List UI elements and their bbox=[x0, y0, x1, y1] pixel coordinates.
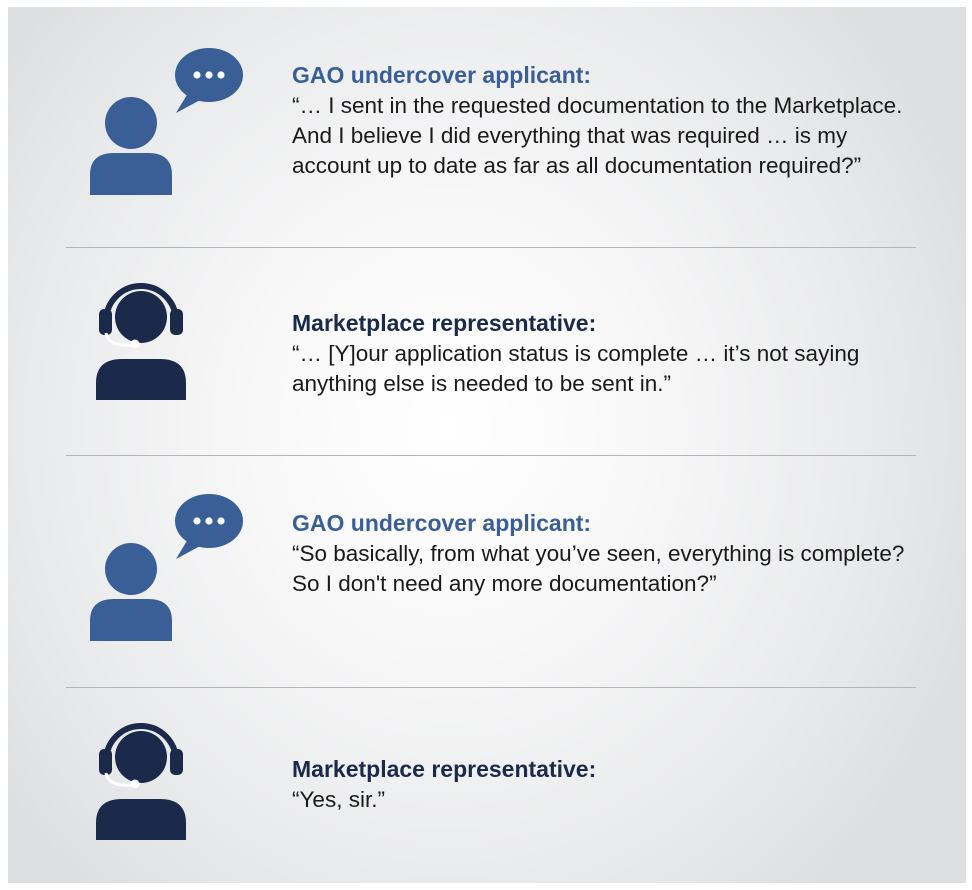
quote-text: “So basically, from what you’ve seen, ev… bbox=[292, 541, 905, 596]
speaker-label: Marketplace representative: bbox=[292, 310, 597, 336]
applicant-speech-bubble-icon bbox=[84, 45, 254, 195]
representative-headset-icon bbox=[84, 275, 254, 425]
divider bbox=[66, 455, 916, 456]
speaker-label: GAO undercover applicant: bbox=[292, 510, 592, 536]
speaker-label: Marketplace representative: bbox=[292, 756, 597, 782]
divider bbox=[66, 247, 916, 248]
applicant-speech-bubble-icon bbox=[84, 491, 254, 641]
divider bbox=[66, 687, 916, 688]
quote-text: “… [Y]our application status is complete… bbox=[292, 341, 860, 396]
quote-text: “… I sent in the requested documentation… bbox=[292, 93, 903, 178]
speaker-label: GAO undercover applicant: bbox=[292, 62, 592, 88]
representative-headset-icon bbox=[84, 715, 254, 865]
transcript-panel: GAO undercover applicant: “… I sent in t… bbox=[8, 7, 966, 883]
quote-text: “Yes, sir.” bbox=[292, 787, 385, 812]
